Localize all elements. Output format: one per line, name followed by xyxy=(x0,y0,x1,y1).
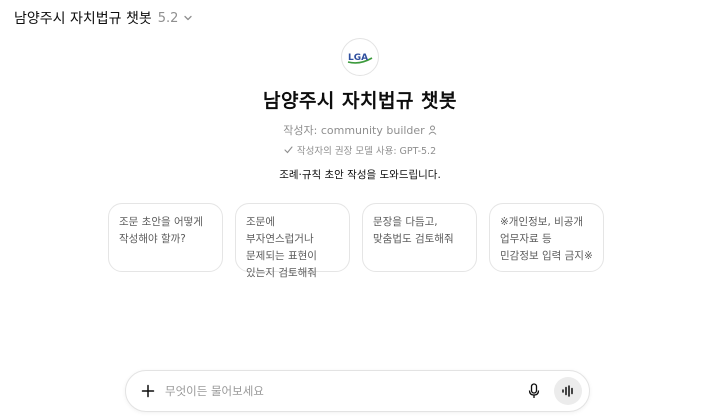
starter-card[interactable]: 조문 초안을 어떻게 작성해야 할까? xyxy=(108,203,223,272)
person-icon xyxy=(428,125,437,135)
starter-card[interactable]: 조문에 부자연스럽거나 문제되는 표현이 있는지 검토해줘 xyxy=(235,203,350,279)
gpt-logo-text: LGA xyxy=(348,53,368,63)
model-note-text: 작성자의 권장 모델 사용: GPT-5.2 xyxy=(296,146,437,157)
voice-mode-button[interactable] xyxy=(554,377,582,405)
chevron-down-icon xyxy=(184,15,193,21)
conversation-starters: 조문 초안을 어떻게 작성해야 할까? 조문에 부자연스럽거나 문제되는 표현이… xyxy=(108,203,604,279)
gpt-selector[interactable]: 남양주시 자치법규 챗봇 5.2 xyxy=(14,8,193,28)
gpt-author[interactable]: 작성자: community builder xyxy=(0,122,720,138)
plus-icon[interactable] xyxy=(139,382,157,400)
microphone-icon[interactable] xyxy=(526,382,542,400)
author-text: 작성자: community builder xyxy=(283,124,425,137)
voice-waveform-icon xyxy=(562,385,573,397)
starter-card[interactable]: ※개인정보, 비공개 업무자료 등 민감정보 입력 금지※ xyxy=(489,203,604,272)
check-icon xyxy=(284,146,293,154)
starter-card[interactable]: 문장을 다듬고, 맞춤법도 검토해줘 xyxy=(362,203,477,272)
gpt-intro: LGA 남양주시 자치법규 챗봇 작성자: community builder … xyxy=(0,38,720,182)
message-composer xyxy=(125,370,590,412)
gpt-name: 남양주시 자치법규 챗봇 xyxy=(262,90,458,112)
message-input[interactable] xyxy=(165,381,526,401)
gpt-page: 남양주시 자치법규 챗봇 5.2 LGA 남양주시 자치법규 챗봇 작성자: c… xyxy=(0,0,720,419)
gpt-logo-mark: LGA xyxy=(347,53,373,64)
gpt-description: 조례·규칙 초안 작성을 도와드립니다. xyxy=(279,169,441,181)
gpt-logo: LGA xyxy=(341,38,379,76)
model-version: 5.2 xyxy=(157,10,179,26)
model-note: 작성자의 권장 모델 사용: GPT-5.2 xyxy=(0,143,720,157)
gpt-title-header: 남양주시 자치법규 챗봇 xyxy=(14,11,152,27)
